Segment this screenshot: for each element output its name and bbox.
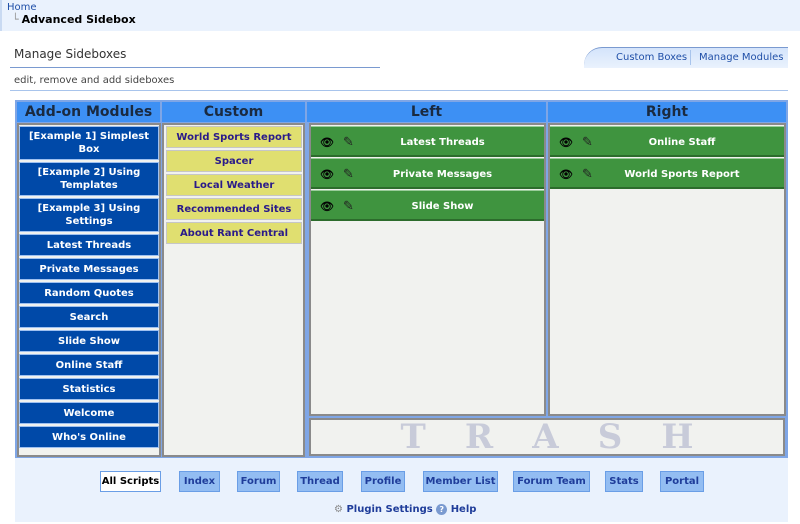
- addon-module-item[interactable]: Statistics: [19, 378, 159, 400]
- custom-box-item[interactable]: World Sports Report: [166, 126, 302, 148]
- trash-letter: S: [597, 417, 623, 457]
- header-addon: Add-on Modules: [17, 102, 160, 122]
- custom-box-item[interactable]: About Rant Central: [166, 222, 302, 244]
- eye-icon[interactable]: 👁: [320, 159, 334, 190]
- filter-button[interactable]: All Scripts: [100, 471, 161, 492]
- filter-button[interactable]: Thread: [297, 471, 343, 492]
- breadcrumb-current-label: Advanced Sidebox: [21, 13, 136, 26]
- addon-module-item[interactable]: [Example 1] Simplest Box: [19, 126, 159, 160]
- addon-module-item[interactable]: Welcome: [19, 402, 159, 424]
- tab-custom-boxes[interactable]: Custom Boxes: [616, 52, 687, 63]
- divider: [10, 90, 788, 91]
- filter-button[interactable]: Forum Team: [513, 471, 590, 492]
- filter-button[interactable]: Member List: [423, 471, 498, 492]
- tab-manage-modules[interactable]: Manage Modules: [699, 52, 783, 63]
- filter-button[interactable]: Profile: [361, 471, 405, 492]
- filter-button[interactable]: Index: [179, 471, 220, 492]
- trash-letter: H: [661, 417, 694, 457]
- addon-module-item[interactable]: Online Staff: [19, 354, 159, 376]
- pencil-icon[interactable]: ✎: [582, 159, 593, 190]
- header-custom: Custom: [162, 102, 305, 122]
- eye-icon[interactable]: 👁: [320, 191, 334, 222]
- filter-button[interactable]: Portal: [660, 471, 704, 492]
- addon-module-item[interactable]: Search: [19, 306, 159, 328]
- sidebox-label: World Sports Report: [624, 169, 740, 180]
- tree-branch-icon: └: [12, 13, 19, 26]
- eye-icon[interactable]: 👁: [320, 127, 334, 158]
- header-left: Left: [307, 102, 546, 122]
- custom-box-item[interactable]: Local Weather: [166, 174, 302, 196]
- addon-module-item[interactable]: Random Quotes: [19, 282, 159, 304]
- custom-box-item[interactable]: Recommended Sites: [166, 198, 302, 220]
- sidebox-label: Slide Show: [411, 201, 474, 212]
- addon-module-item[interactable]: Who's Online: [19, 426, 159, 448]
- breadcrumb-current: └ Advanced Sidebox: [12, 13, 136, 26]
- filter-button[interactable]: Stats: [605, 471, 643, 492]
- eye-icon[interactable]: 👁: [559, 159, 573, 190]
- sidebox-label: Online Staff: [648, 137, 716, 148]
- header-right: Right: [548, 102, 786, 122]
- sidebox-item[interactable]: 👁 ✎ Latest Threads: [311, 126, 544, 157]
- breadcrumb-home[interactable]: Home: [7, 2, 37, 13]
- sidebox-item[interactable]: 👁 ✎ World Sports Report: [550, 158, 784, 189]
- filter-button[interactable]: Forum: [237, 471, 280, 492]
- divider: [10, 67, 380, 68]
- trash-letter: A: [532, 417, 559, 457]
- sidebox-item[interactable]: 👁 ✎ Private Messages: [311, 158, 544, 189]
- addon-module-item[interactable]: [Example 3] Using Settings: [19, 198, 159, 232]
- pencil-icon[interactable]: ✎: [343, 127, 354, 158]
- plugin-settings-link[interactable]: Plugin Settings: [346, 504, 432, 515]
- trash-dropzone[interactable]: TRASH: [309, 417, 785, 457]
- trash-letter: T: [400, 417, 426, 457]
- custom-box-item[interactable]: Spacer: [166, 150, 302, 172]
- help-icon: ?: [436, 504, 448, 515]
- sidebox-label: Latest Threads: [400, 137, 485, 148]
- tab-divider: [690, 50, 691, 65]
- sidebox-label: Private Messages: [392, 169, 493, 180]
- pencil-icon[interactable]: ✎: [343, 159, 354, 190]
- trash-letter: R: [464, 417, 494, 457]
- page-title: Manage Sideboxes: [14, 47, 127, 61]
- help-link[interactable]: Help: [451, 504, 477, 515]
- tab-bar: Custom Boxes Manage Modules: [584, 47, 788, 68]
- addon-module-item[interactable]: Slide Show: [19, 330, 159, 352]
- pencil-icon[interactable]: ✎: [582, 127, 593, 158]
- sidebox-item[interactable]: 👁 ✎ Online Staff: [550, 126, 784, 157]
- breadcrumb-bar: Home └ Advanced Sidebox: [0, 0, 800, 31]
- addon-module-item[interactable]: Private Messages: [19, 258, 159, 280]
- sidebox-item[interactable]: 👁 ✎ Slide Show: [311, 190, 544, 221]
- page-subtitle: edit, remove and add sideboxes: [14, 75, 175, 86]
- gear-icon: ⚙: [334, 504, 343, 515]
- eye-icon[interactable]: 👁: [559, 127, 573, 158]
- footer-links: ⚙ Plugin Settings ? Help: [334, 504, 476, 515]
- pencil-icon[interactable]: ✎: [343, 191, 354, 222]
- addon-module-item[interactable]: Latest Threads: [19, 234, 159, 256]
- addon-module-item[interactable]: [Example 2] Using Templates: [19, 162, 159, 196]
